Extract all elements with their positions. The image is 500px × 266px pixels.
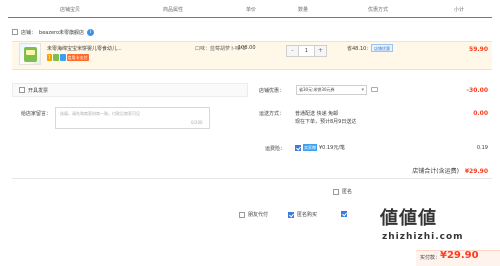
shipping-label: 运送方式： bbox=[259, 111, 285, 117]
shipping-eta: 现在下单，预计8月9日送达 bbox=[295, 119, 357, 125]
watermark-url: zhizhizhi.com bbox=[382, 232, 464, 242]
insurance-text: ¥0.19元/笔 bbox=[319, 145, 345, 151]
tag-blue-icon bbox=[59, 54, 66, 61]
shop-name[interactable]: beazero未零旗舰店 bbox=[39, 29, 84, 36]
quantity-stepper: - 1 + bbox=[286, 45, 327, 57]
col-shop-item: 店铺宝贝 bbox=[60, 7, 81, 13]
anonymous-label: 匿名购买 bbox=[297, 212, 318, 218]
watermark-logo: 値値値 bbox=[380, 208, 437, 229]
product-title[interactable]: 未零海绵宝宝米饼婴儿零食幼儿... bbox=[47, 45, 195, 52]
anonymous-option: 匿名购买 bbox=[288, 211, 317, 218]
final-amount: ¥29.90 bbox=[440, 250, 479, 261]
gift-option: 匿名 bbox=[333, 188, 352, 195]
friend-pay-option: 朋友代付 bbox=[239, 211, 268, 218]
final-label: 实付款： bbox=[420, 255, 441, 261]
invoice-row: 开具发票 bbox=[12, 83, 248, 97]
shipping-amount: 0.00 bbox=[473, 110, 488, 117]
friend-pay-checkbox[interactable] bbox=[239, 211, 245, 218]
message-counter: 0/200 bbox=[191, 120, 203, 125]
product-thumbnail[interactable] bbox=[19, 43, 41, 65]
coupon-amount: -30.00 bbox=[466, 87, 488, 94]
qty-plus-button[interactable]: + bbox=[315, 46, 326, 56]
message-placeholder: 选填，请先和商家协商一致，付款后商家可见 bbox=[60, 111, 140, 116]
shipping-info: 普通配送 快递 免邮 现在下单，预计8月9日送达 bbox=[295, 110, 356, 126]
extra-checkbox[interactable] bbox=[341, 211, 347, 217]
qty-minus-button[interactable]: - bbox=[287, 46, 298, 56]
tag-credit-card: 信用卡支付 bbox=[66, 54, 89, 61]
shipping-method: 普通配送 快递 免邮 bbox=[295, 111, 339, 117]
divider bbox=[12, 178, 492, 179]
shop-row: 店铺： beazero未零旗舰店 i bbox=[12, 27, 95, 37]
shop-subtotal-amount: ¥29.90 bbox=[464, 168, 488, 175]
insurance-amount: 0.19 bbox=[476, 145, 488, 151]
col-subtotal: 小计 bbox=[454, 7, 465, 13]
coupon-select[interactable]: 省30元:米饼30元券 bbox=[296, 85, 367, 95]
invoice-label: 开具发票 bbox=[28, 87, 49, 94]
insurance-checkbox[interactable] bbox=[295, 144, 301, 151]
shop-subtotal-label: 店铺合计(含运费) bbox=[412, 168, 459, 175]
col-attr: 商品属性 bbox=[163, 7, 184, 13]
extra-option bbox=[341, 211, 347, 217]
coupon-label: 店铺优惠： bbox=[259, 88, 285, 94]
friend-pay-label: 朋友代付 bbox=[248, 212, 269, 218]
product-tags: 7 信用卡支付 bbox=[47, 54, 89, 61]
shop-checkbox[interactable] bbox=[12, 29, 18, 35]
invoice-checkbox[interactable] bbox=[19, 87, 25, 93]
tag-green-icon bbox=[52, 54, 59, 61]
chat-icon[interactable] bbox=[371, 87, 378, 92]
insurance-row: 卖家赠 ¥0.19元/笔 bbox=[295, 144, 345, 151]
insurance-tag: 卖家赠 bbox=[303, 144, 317, 151]
cart-header: 店铺宝贝 商品属性 单价 数量 优惠方式 小计 bbox=[8, 0, 492, 18]
col-price: 单价 bbox=[246, 7, 257, 13]
col-qty: 数量 bbox=[298, 7, 309, 13]
promo-text: 省48.10: bbox=[347, 46, 368, 52]
qty-input[interactable]: 1 bbox=[298, 46, 315, 56]
gift-label: 匿名 bbox=[342, 189, 353, 195]
item-subtotal: 59.90 bbox=[469, 46, 488, 53]
anonymous-checkbox[interactable] bbox=[288, 211, 294, 218]
shop-prefix: 店铺： bbox=[21, 29, 37, 36]
shop-subtotal: 店铺合计(含运费) ¥29.90 bbox=[412, 166, 488, 175]
tag-7day: 7 bbox=[47, 54, 52, 61]
col-discount: 优惠方式 bbox=[368, 7, 389, 13]
promo-badge[interactable]: 店铺优惠 bbox=[371, 44, 393, 52]
insurance-label: 运费险： bbox=[265, 146, 286, 152]
message-label: 给店家留言： bbox=[21, 111, 52, 117]
unit-price: 108.00 bbox=[238, 45, 256, 51]
info-icon[interactable]: i bbox=[87, 28, 95, 36]
gift-checkbox[interactable] bbox=[333, 188, 339, 195]
